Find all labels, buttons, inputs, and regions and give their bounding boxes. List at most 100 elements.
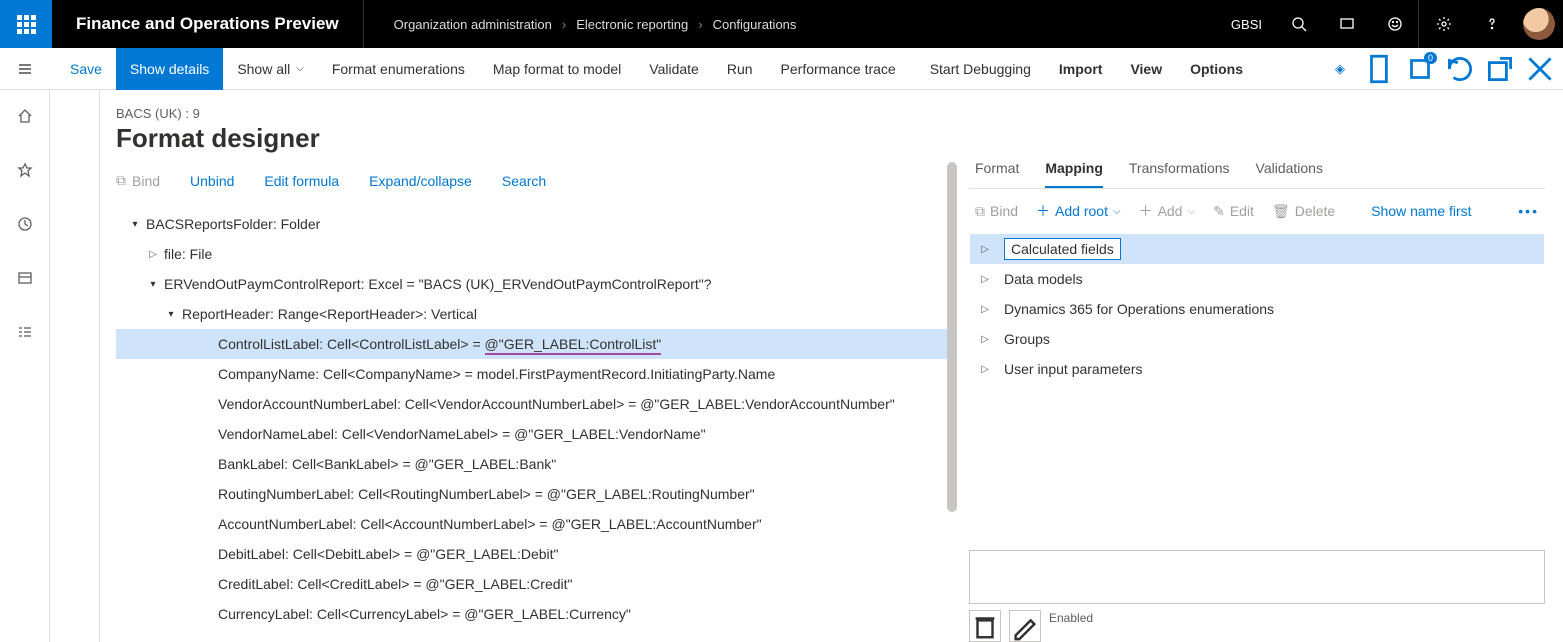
tree-arrow-icon[interactable] bbox=[164, 309, 178, 320]
tree-label: VendorNameLabel: Cell<VendorNameLabel> =… bbox=[218, 426, 706, 442]
import-button[interactable]: Import bbox=[1045, 48, 1117, 90]
start-debugging-button[interactable]: Start Debugging bbox=[910, 48, 1045, 90]
attach-icon[interactable] bbox=[1363, 52, 1397, 86]
edit-formula-button[interactable]: Edit formula bbox=[258, 172, 339, 189]
run-button[interactable]: Run bbox=[713, 48, 767, 90]
delete-formula-button[interactable] bbox=[969, 610, 1001, 642]
avatar[interactable] bbox=[1523, 8, 1555, 40]
datasource-row[interactable]: User input parameters bbox=[970, 354, 1544, 384]
smile-icon[interactable] bbox=[1370, 0, 1418, 48]
search-icon[interactable] bbox=[1274, 0, 1322, 48]
waffle-icon bbox=[17, 15, 36, 34]
plus-icon: ＋ bbox=[1036, 201, 1050, 221]
tree-row[interactable]: CurrencyLabel: Cell<CurrencyLabel> = @"G… bbox=[116, 599, 949, 629]
validate-button[interactable]: Validate bbox=[635, 48, 713, 90]
recent-icon[interactable] bbox=[9, 208, 41, 240]
bind-ds-button[interactable]: ⧉Bind bbox=[975, 203, 1018, 220]
datasource-tree[interactable]: Calculated fields Data models Dynamics 365… bbox=[969, 233, 1545, 385]
app-launcher-button[interactable] bbox=[0, 0, 52, 48]
tab-transformations[interactable]: Transformations bbox=[1129, 160, 1230, 188]
tree-row[interactable]: VendorAccountNumberLabel: Cell<VendorAcc… bbox=[116, 389, 949, 419]
refresh-icon[interactable] bbox=[1443, 52, 1477, 86]
scrollbar[interactable] bbox=[947, 162, 957, 512]
tree-arrow-icon[interactable] bbox=[146, 279, 160, 290]
tree-row[interactable]: BankLabel: Cell<BankLabel> = @"GER_LABEL… bbox=[116, 449, 949, 479]
datasource-row[interactable]: Data models bbox=[970, 264, 1544, 294]
tree-arrow-icon[interactable] bbox=[978, 334, 992, 345]
tree-row[interactable]: DebitLabel: Cell<DebitLabel> = @"GER_LAB… bbox=[116, 539, 949, 569]
tree-arrow-icon[interactable] bbox=[978, 304, 992, 315]
tree-row[interactable]: ControlListLabel: Cell<ControlListLabel>… bbox=[116, 329, 949, 359]
help-icon[interactable] bbox=[1467, 0, 1515, 48]
formula-input[interactable] bbox=[969, 550, 1545, 604]
tree-row[interactable]: CreditLabel: Cell<CreditLabel> = @"GER_L… bbox=[116, 569, 949, 599]
tree-arrow-icon[interactable] bbox=[978, 244, 992, 255]
enabled-label: Enabled bbox=[1049, 611, 1093, 641]
search-label: Search bbox=[502, 173, 546, 189]
unbind-button[interactable]: Unbind bbox=[184, 172, 234, 189]
cmdbar-search-button[interactable] bbox=[1257, 48, 1285, 90]
edit-ds-label: Edit bbox=[1230, 203, 1254, 219]
save-button[interactable]: Save bbox=[50, 48, 116, 90]
tree-row[interactable]: VendorNameLabel: Cell<VendorNameLabel> =… bbox=[116, 419, 949, 449]
messages-icon[interactable] bbox=[1322, 0, 1370, 48]
tree-row[interactable]: ReportHeader: Range<ReportHeader>: Verti… bbox=[116, 299, 949, 329]
tree-row[interactable]: AccountNumberLabel: Cell<AccountNumberLa… bbox=[116, 509, 949, 539]
search-button[interactable]: Search bbox=[496, 172, 546, 189]
star-icon[interactable] bbox=[9, 154, 41, 186]
datasource-label: Data models bbox=[1004, 271, 1083, 287]
more-icon[interactable]: ••• bbox=[1518, 203, 1539, 219]
bind-button[interactable]: ⧉Bind bbox=[116, 172, 160, 189]
popout-icon[interactable] bbox=[1483, 52, 1517, 86]
tab-validations[interactable]: Validations bbox=[1256, 160, 1323, 188]
tree-row[interactable]: RoutingNumberLabel: Cell<RoutingNumberLa… bbox=[116, 479, 949, 509]
add-ds-button[interactable]: ＋Add⌵ bbox=[1139, 201, 1196, 221]
add-root-button[interactable]: ＋Add root⌵ bbox=[1036, 201, 1121, 221]
tree-row[interactable]: BACSReportsFolder: Folder bbox=[116, 209, 949, 239]
tree-arrow-icon[interactable] bbox=[146, 249, 160, 260]
show-name-first-button[interactable]: Show name first bbox=[1371, 203, 1471, 219]
delete-ds-button[interactable]: 🗑Delete bbox=[1272, 203, 1335, 220]
expand-collapse-button[interactable]: Expand/collapse bbox=[363, 172, 472, 189]
plus-icon: ＋ bbox=[1139, 201, 1153, 221]
trash-icon: 🗑 bbox=[1272, 203, 1290, 220]
options-button[interactable]: Options bbox=[1176, 48, 1257, 90]
close-icon[interactable] bbox=[1523, 52, 1557, 86]
tree-row[interactable]: ERVendOutPaymControlReport: Excel = "BAC… bbox=[116, 269, 949, 299]
tree-label: DebitLabel: Cell<DebitLabel> = @"GER_LAB… bbox=[218, 546, 559, 562]
tree-label: ERVendOutPaymControlReport: Excel = "BAC… bbox=[164, 276, 712, 292]
format-tree[interactable]: BACSReportsFolder: Folderfile: File ERVen… bbox=[116, 199, 949, 629]
map-format-button[interactable]: Map format to model bbox=[479, 48, 635, 90]
tree-label: ReportHeader: Range<ReportHeader>: Verti… bbox=[182, 306, 477, 322]
company-code[interactable]: GBSI bbox=[1219, 17, 1274, 32]
content-area: BACS (UK) : 9 Format designer ⧉Bind Unbi… bbox=[0, 90, 1563, 642]
breadcrumb-item[interactable]: Electronic reporting bbox=[576, 17, 688, 32]
format-enumerations-button[interactable]: Format enumerations bbox=[318, 48, 479, 90]
tree-arrow-icon[interactable] bbox=[978, 364, 992, 375]
performance-trace-button[interactable]: Performance trace bbox=[767, 48, 910, 90]
breadcrumb-item[interactable]: Configurations bbox=[713, 17, 797, 32]
page-title: Format designer bbox=[116, 123, 949, 154]
tab-format[interactable]: Format bbox=[975, 160, 1019, 188]
tree-arrow-icon[interactable] bbox=[128, 219, 142, 230]
home-icon[interactable] bbox=[9, 100, 41, 132]
show-all-button[interactable]: Show all⌵ bbox=[223, 48, 318, 90]
datasource-row[interactable]: Groups bbox=[970, 324, 1544, 354]
workspaces-icon[interactable] bbox=[9, 262, 41, 294]
tree-row[interactable]: CompanyName: Cell<CompanyName> = model.F… bbox=[116, 359, 949, 389]
datasource-row[interactable]: Dynamics 365 for Operations enumerations bbox=[970, 294, 1544, 324]
hamburger-button[interactable] bbox=[0, 48, 50, 90]
gear-icon[interactable] bbox=[1419, 0, 1467, 48]
edit-formula-button-2[interactable] bbox=[1009, 610, 1041, 642]
diamond-icon[interactable]: ◈ bbox=[1323, 52, 1357, 86]
breadcrumb-item[interactable]: Organization administration bbox=[394, 17, 552, 32]
modules-icon[interactable] bbox=[9, 316, 41, 348]
show-details-button[interactable]: Show details bbox=[116, 48, 223, 90]
edit-ds-button[interactable]: ✎Edit bbox=[1213, 203, 1254, 220]
tree-row[interactable]: file: File bbox=[116, 239, 949, 269]
view-button[interactable]: View bbox=[1116, 48, 1176, 90]
notifications-icon[interactable] bbox=[1403, 52, 1437, 86]
datasource-row[interactable]: Calculated fields bbox=[970, 234, 1544, 264]
tab-mapping[interactable]: Mapping bbox=[1045, 160, 1103, 188]
tree-arrow-icon[interactable] bbox=[978, 274, 992, 285]
